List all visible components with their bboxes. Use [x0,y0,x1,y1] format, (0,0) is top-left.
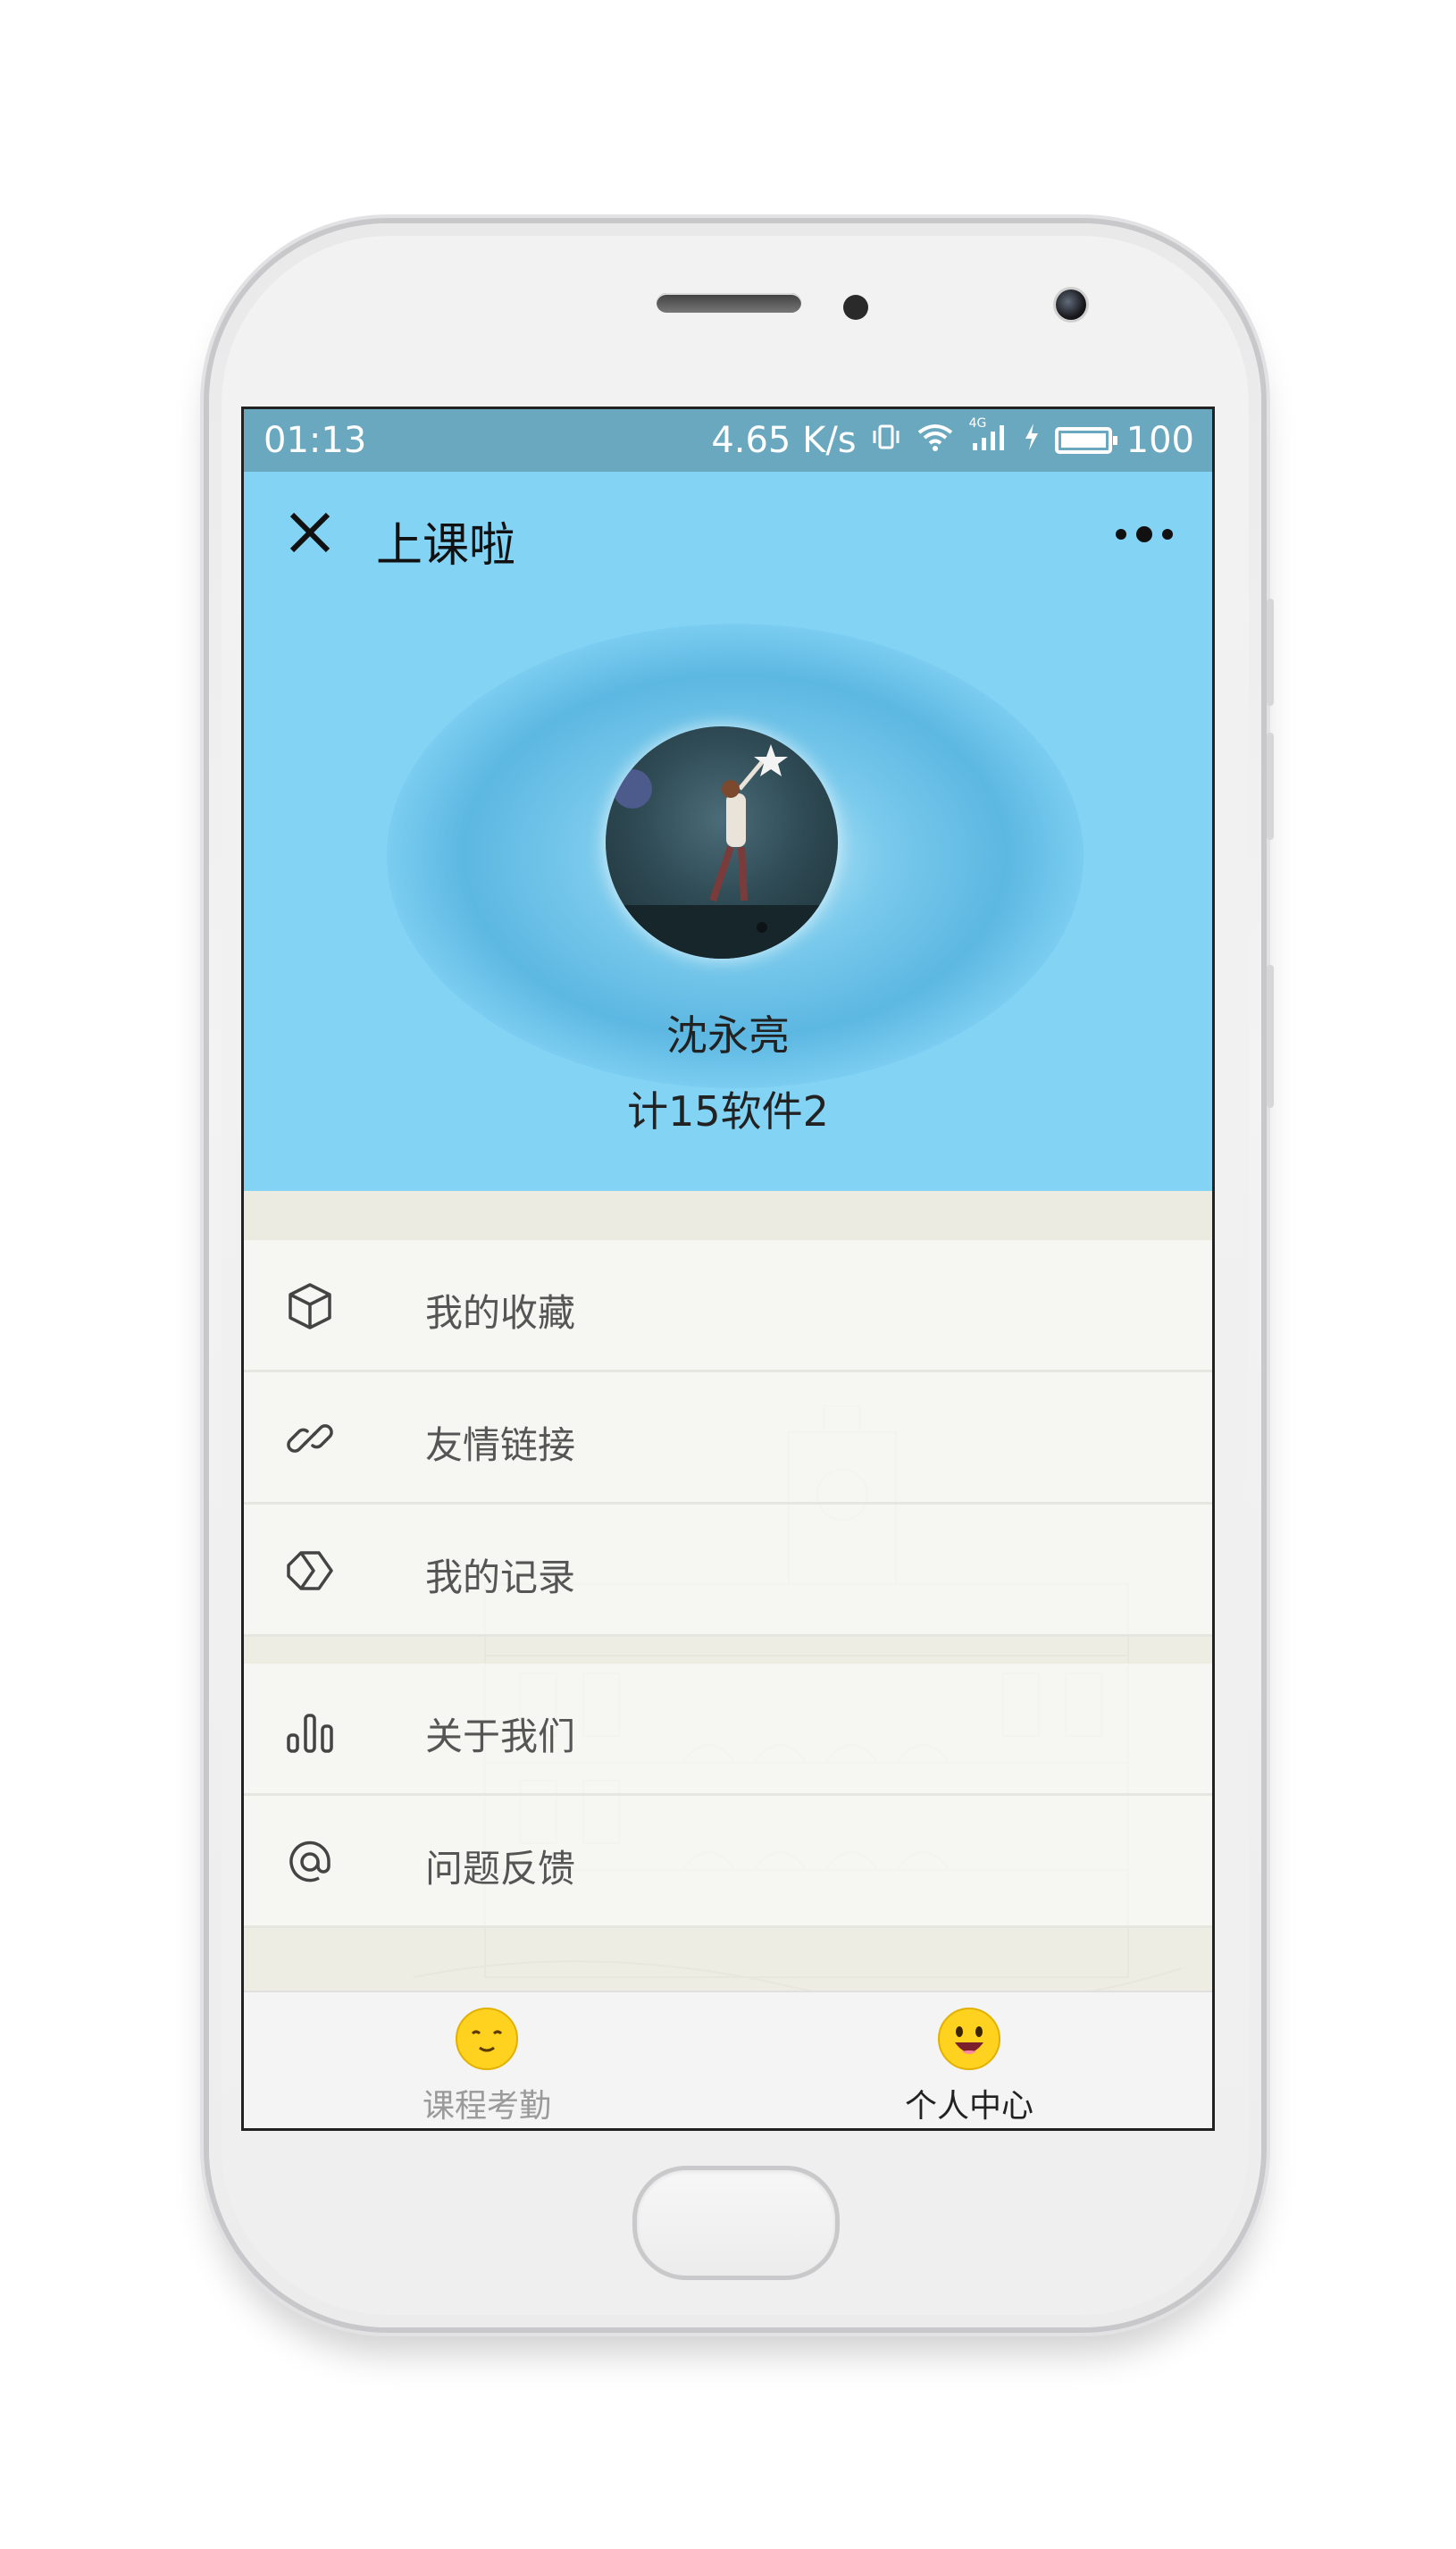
vibrate-icon [871,422,901,460]
avatar-image [606,744,838,959]
happy-face-icon [938,2008,1000,2070]
menu-item-feedback[interactable]: 问题反馈 [244,1796,1212,1928]
power-button [1267,965,1274,1108]
more-icon-dot [1136,526,1152,542]
network-type: 4G [968,415,987,431]
earpiece-speaker [657,293,801,313]
cube-icon [289,1283,331,1329]
menu-item-about[interactable]: 关于我们 [244,1664,1212,1796]
battery-icon [1054,427,1117,454]
status-bar: 01:13 4.65 K/s 4G 100 [244,409,1212,472]
menu-item-links[interactable]: 友情链接 [244,1372,1212,1505]
menu-item-label: 友情链接 [425,1423,576,1467]
bar-chart-icon [287,1714,333,1753]
stage: 01:13 4.65 K/s 4G 100 上课啦 沈永亮 计15软件2 我的收… [0,0,1456,2549]
wifi-icon [916,422,955,460]
smile-face-icon [456,2008,518,2070]
tab-personal-center[interactable]: 个人中心 [835,1992,1103,2128]
tab-course-attendance[interactable]: 课程考勤 [353,1992,621,2128]
status-time: 01:13 [264,420,367,461]
charging-icon [1023,422,1041,460]
menu-item-label: 我的收藏 [425,1291,576,1335]
menu-item-records[interactable]: 我的记录 [244,1505,1212,1637]
avatar[interactable] [606,726,838,959]
tab-label: 课程考勤 [422,2088,551,2125]
front-camera [1056,289,1086,320]
signal-icon: 4G [969,416,1008,460]
section-spacer [244,1191,1212,1240]
menu-item-label: 关于我们 [425,1715,576,1758]
app-title: 上课啦 [376,519,516,573]
close-icon [289,512,331,553]
section-spacer [244,1928,1212,1991]
tab-label: 个人中心 [904,2088,1033,2125]
menu-item-label: 问题反馈 [425,1847,576,1891]
user-name: 沈永亮 [666,1011,790,1060]
menu-item-favorites[interactable]: 我的收藏 [244,1240,1212,1372]
battery-level: 100 [1125,420,1194,461]
more-icon-dot [1162,529,1173,540]
home-button[interactable] [632,2166,840,2280]
at-icon [289,1840,331,1882]
profile-header: 上课啦 沈永亮 计15软件2 [244,472,1212,1191]
network-speed: 4.65 K/s [711,420,857,461]
phone-screen: 01:13 4.65 K/s 4G 100 上课啦 沈永亮 计15软件2 我的收… [241,407,1215,2131]
tag-icon [287,1551,333,1590]
status-icons: 4.65 K/s 4G 100 [711,416,1194,462]
menu-item-label: 我的记录 [425,1555,576,1599]
close-button[interactable] [283,506,337,559]
user-class: 计15软件2 [627,1087,829,1136]
more-options-button[interactable] [1116,516,1173,552]
volume-down-button [1267,733,1274,840]
more-icon [1116,529,1126,540]
tab-bar: 课程考勤 个人中心 [244,1991,1212,2128]
proximity-sensor [843,295,868,320]
link-icon [287,1424,333,1453]
volume-up-button [1267,599,1274,706]
section-spacer [244,1637,1212,1664]
